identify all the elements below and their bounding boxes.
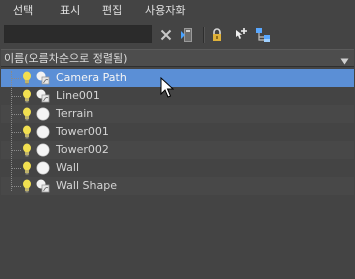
list-item-wall-shape[interactable]: Wall Shape xyxy=(1,177,354,195)
list-item-label: Wall xyxy=(56,161,80,174)
geometry-object-icon xyxy=(36,143,50,157)
bulb-icon[interactable] xyxy=(21,143,33,157)
list-item-label: Wall Shape xyxy=(56,179,117,192)
menu-customize[interactable]: 사용자화 xyxy=(145,0,185,22)
bulb-icon[interactable] xyxy=(21,107,33,121)
list-item-tower002[interactable]: Tower002 xyxy=(1,141,354,159)
search-input[interactable] xyxy=(4,25,152,43)
bulb-icon[interactable] xyxy=(21,125,33,139)
column-header-label: 이름(오름차순으로 정렬됨) xyxy=(4,52,128,65)
scene-object-list: Camera Path Line001 Terrain Tower001 Tow… xyxy=(1,67,354,279)
bulb-icon[interactable] xyxy=(21,89,33,103)
name-column-header[interactable]: 이름(오름차순으로 정렬됨) xyxy=(1,49,354,67)
bulb-icon[interactable] xyxy=(21,71,33,85)
list-item-label: Tower002 xyxy=(56,143,109,156)
list-item-wall[interactable]: Wall xyxy=(1,159,354,177)
bulb-icon[interactable] xyxy=(21,161,33,175)
shape-object-icon xyxy=(36,179,50,193)
list-item-camera-path[interactable]: Camera Path xyxy=(1,69,354,87)
geometry-object-icon xyxy=(36,125,50,139)
filter-icon[interactable] xyxy=(179,26,197,44)
list-item-terrain[interactable]: Terrain xyxy=(1,105,354,123)
tree-guide-line xyxy=(11,71,12,191)
geometry-object-icon xyxy=(36,161,50,175)
list-item-label: Line001 xyxy=(56,89,100,102)
toolbar xyxy=(0,22,355,48)
list-item-label: Tower001 xyxy=(56,125,109,138)
list-item-tower001[interactable]: Tower001 xyxy=(1,123,354,141)
list-item-label: Camera Path xyxy=(56,71,127,84)
hierarchy-icon[interactable] xyxy=(254,26,272,44)
menu-bar: 선택 표시 편집 사용자화 xyxy=(0,0,355,22)
toolbar-separator xyxy=(203,27,205,43)
shape-object-icon xyxy=(36,71,50,85)
menu-display[interactable]: 표시 xyxy=(60,0,80,22)
add-to-selection-icon[interactable] xyxy=(231,26,249,44)
menu-select[interactable]: 선택 xyxy=(13,0,33,22)
close-icon[interactable] xyxy=(157,26,175,44)
mouse-cursor-icon xyxy=(160,77,174,98)
shape-object-icon xyxy=(36,89,50,103)
geometry-object-icon xyxy=(36,107,50,121)
lock-icon[interactable] xyxy=(208,26,226,44)
list-item-line001[interactable]: Line001 xyxy=(1,87,354,105)
list-item-label: Terrain xyxy=(56,107,94,120)
bulb-icon[interactable] xyxy=(21,179,33,193)
menu-edit[interactable]: 편집 xyxy=(102,0,122,22)
